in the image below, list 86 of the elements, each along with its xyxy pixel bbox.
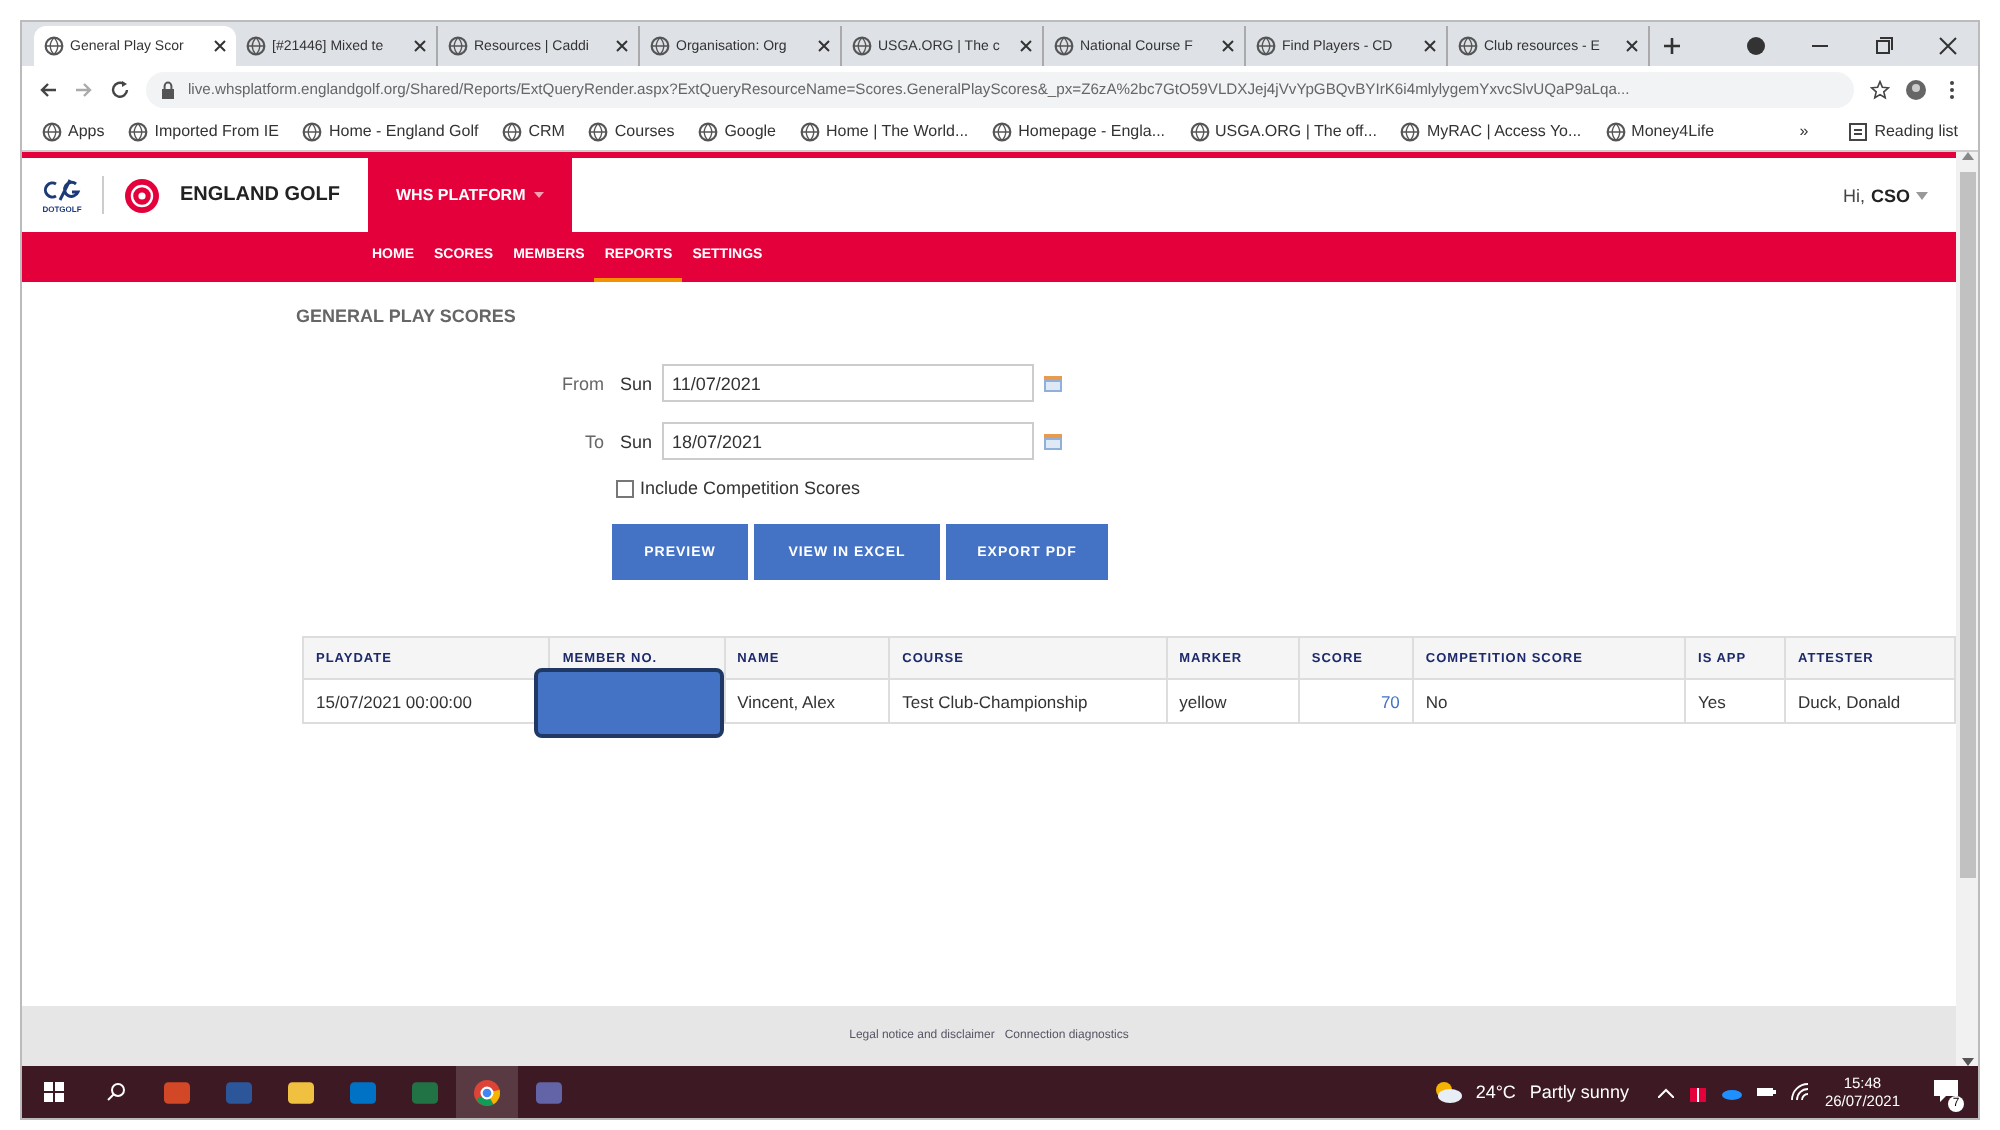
close-tab-icon[interactable] bbox=[818, 40, 830, 52]
close-tab-icon[interactable] bbox=[214, 40, 226, 52]
table-cell: Vincent, Alex bbox=[724, 679, 890, 723]
chevron-up-icon[interactable] bbox=[1658, 1087, 1675, 1097]
site-icon bbox=[44, 36, 64, 56]
site-icon bbox=[246, 36, 266, 56]
notifications-icon[interactable] bbox=[1934, 1079, 1958, 1101]
gift-icon[interactable] bbox=[1688, 1082, 1709, 1102]
weather-text: Partly sunny bbox=[1529, 1082, 1629, 1102]
bookmark-link[interactable]: Courses bbox=[588, 121, 675, 141]
bookmark-link[interactable]: Imported From IE bbox=[128, 121, 279, 141]
wifi-icon[interactable] bbox=[1790, 1082, 1811, 1102]
user-menu[interactable]: CSO bbox=[1870, 185, 1910, 205]
site-icon bbox=[1458, 36, 1478, 56]
site-icon bbox=[502, 121, 523, 141]
reload-icon[interactable] bbox=[110, 79, 130, 99]
weather-cloud-icon bbox=[1433, 1080, 1462, 1104]
site-icon bbox=[852, 36, 872, 56]
table-cell: No bbox=[1412, 679, 1686, 723]
bookmark-link[interactable]: MyRAC | Access Yo... bbox=[1400, 121, 1582, 141]
site-icon bbox=[650, 36, 670, 56]
close-icon[interactable] bbox=[1938, 36, 1958, 56]
site-icon bbox=[1605, 121, 1626, 141]
table-cell: Duck, Donald bbox=[1785, 679, 1955, 723]
site-icon bbox=[588, 121, 609, 141]
temperature-text: 24°C bbox=[1475, 1082, 1516, 1102]
table-cell: Yes bbox=[1685, 679, 1786, 723]
bookmark-link[interactable]: Google bbox=[698, 121, 776, 141]
scroll-up-icon[interactable] bbox=[1961, 152, 1973, 160]
close-tab-icon[interactable] bbox=[1626, 40, 1638, 52]
reading-list-button[interactable]: Reading list bbox=[1848, 121, 1958, 141]
site-icon bbox=[42, 121, 62, 141]
close-tab-icon[interactable] bbox=[1020, 40, 1032, 52]
score-link[interactable]: 70 bbox=[1380, 691, 1400, 711]
new-tab-icon[interactable] bbox=[1662, 36, 1682, 56]
greeting-text: Hi, bbox=[1842, 185, 1865, 205]
date-field[interactable]: 18/07/2021 bbox=[662, 422, 1035, 460]
site-icon bbox=[448, 36, 468, 56]
browser-app-icon[interactable] bbox=[474, 1079, 500, 1105]
close-tab-icon[interactable] bbox=[1222, 40, 1234, 52]
site-icon bbox=[128, 121, 149, 141]
checkbox[interactable] bbox=[616, 479, 634, 497]
avatar-icon[interactable] bbox=[1906, 79, 1926, 99]
close-tab-icon[interactable] bbox=[1424, 40, 1436, 52]
date-label: To bbox=[582, 431, 604, 451]
back-icon[interactable] bbox=[38, 79, 58, 99]
site-icon bbox=[1189, 121, 1210, 141]
app-icon[interactable] bbox=[288, 1079, 314, 1105]
bookmark-link[interactable]: Home - England Golf bbox=[302, 121, 479, 141]
date-field[interactable]: 11/07/2021 bbox=[662, 364, 1035, 402]
star-icon[interactable] bbox=[1870, 79, 1890, 99]
brand-name: ENGLAND GOLF bbox=[180, 184, 340, 206]
close-tab-icon[interactable] bbox=[414, 40, 426, 52]
site-icon bbox=[698, 121, 719, 141]
battery-icon[interactable] bbox=[1756, 1082, 1777, 1102]
search-icon[interactable] bbox=[105, 1082, 125, 1102]
weekday-label: Sun bbox=[620, 431, 653, 451]
site-icon bbox=[800, 121, 820, 141]
more-bookmarks-button[interactable]: » bbox=[1799, 122, 1809, 140]
dotgolf-logo-icon bbox=[42, 176, 82, 204]
platform-menu[interactable]: WHS PLATFORM bbox=[368, 158, 572, 232]
checkbox-label: Include Competition Scores bbox=[640, 478, 861, 498]
close-tab-icon[interactable] bbox=[616, 40, 628, 52]
scrollbar-thumb[interactable] bbox=[1959, 172, 1975, 878]
bookmark-link[interactable]: Homepage - Engla... bbox=[992, 121, 1166, 141]
bookmark-link[interactable]: Home | The World... bbox=[800, 121, 969, 141]
restore-icon[interactable] bbox=[1874, 36, 1894, 56]
bookmark-link[interactable]: USGA.ORG | The off... bbox=[1189, 121, 1377, 141]
table-cell: yellow bbox=[1166, 679, 1299, 723]
table-cell: Test Club-Championship bbox=[889, 679, 1167, 723]
site-icon bbox=[1256, 36, 1276, 56]
site-icon bbox=[1400, 121, 1421, 141]
page-title: GENERAL PLAY SCORES bbox=[296, 306, 518, 326]
lock-icon bbox=[158, 79, 178, 99]
bookmark-link[interactable]: CRM bbox=[502, 121, 565, 141]
list-icon bbox=[1848, 121, 1869, 141]
bookmark-link[interactable]: Money4Life bbox=[1605, 121, 1715, 141]
date-label: From bbox=[560, 373, 604, 393]
weekday-label: Sun bbox=[620, 373, 653, 393]
windows-start-icon[interactable] bbox=[43, 1082, 63, 1102]
profile-icon[interactable] bbox=[1746, 36, 1766, 56]
bookmark-link[interactable]: Apps bbox=[42, 121, 105, 141]
caret-icon[interactable] bbox=[1916, 191, 1928, 199]
site-icon bbox=[302, 121, 323, 141]
site-icon bbox=[1054, 36, 1074, 56]
site-icon bbox=[992, 121, 1013, 141]
